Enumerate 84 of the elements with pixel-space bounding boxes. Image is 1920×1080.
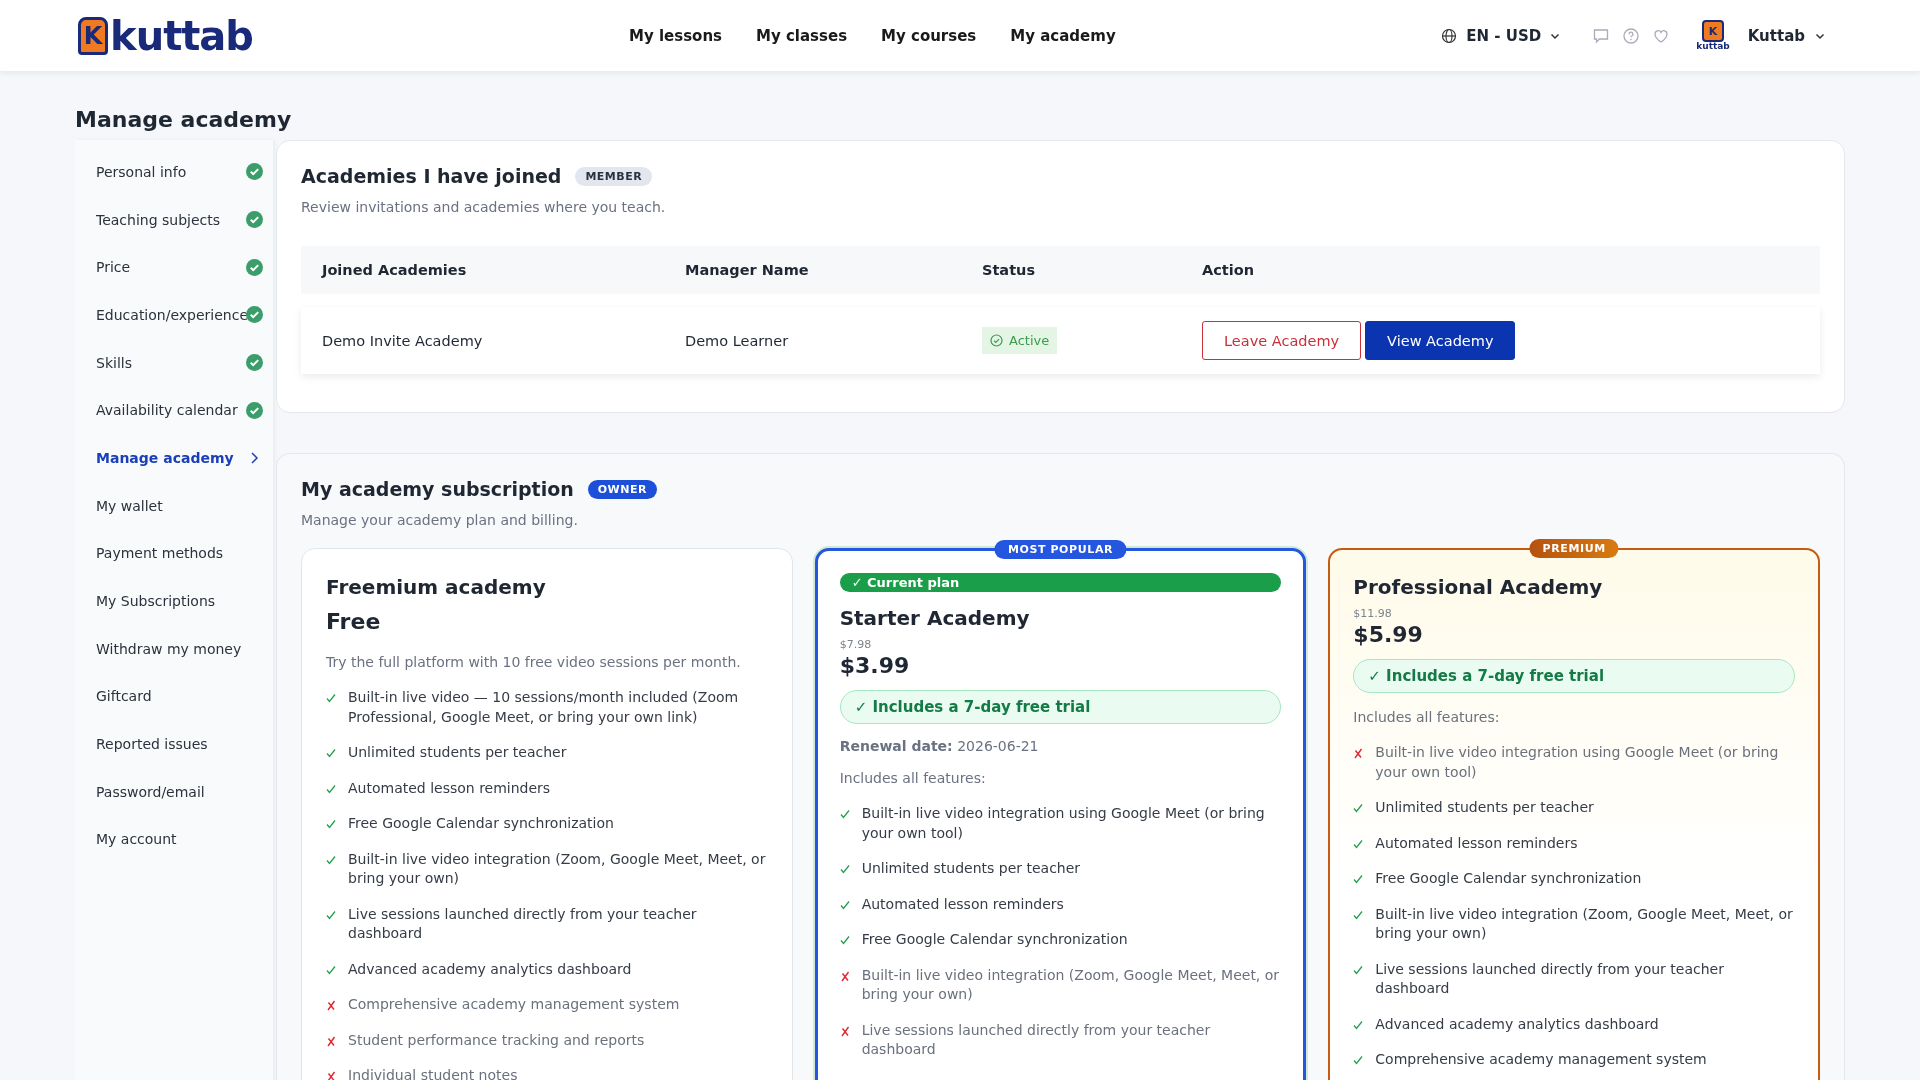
feature-text: Unlimited students per teacher [861,859,1081,878]
sidebar-item[interactable]: Availability calendar [96,386,273,435]
feature-text: Automated lesson reminders [861,894,1064,914]
plan-price: Free [326,609,381,634]
feature-text: Comprehensive academy management system [1375,1050,1707,1069]
features-intro: Includes all features: [839,770,986,786]
plan-name: Professional Academy [1353,575,1603,599]
plan-ribbon: PREMIUM [1529,539,1619,558]
chat-icon[interactable] [1592,26,1611,45]
section-subtitle: Review invitations and academies where you teach. [301,199,667,215]
feature-text: Built-in live video integration (Zoom, Google Meet, Meet, or bring your own) [348,849,767,888]
sidebar-item[interactable]: Price [96,243,273,292]
sidebar-item[interactable]: Giftcard [96,672,273,721]
locale-selector[interactable]: EN - USD [1441,26,1561,45]
column-header: Status [981,262,1037,278]
old-price: $11.98 [1353,607,1392,620]
sidebar-item[interactable]: Teaching subjects [96,195,273,244]
sidebar-item[interactable]: Manage academy [96,434,273,482]
feature-text: Built-in live video integration (Zoom, Google Meet, Meet, or bring your own) [861,965,1281,1004]
feature-text: Live sessions launched directly from your teacher dashboard [348,904,698,943]
nav-link[interactable]: My courses [881,26,977,45]
column-header: Action [1201,262,1255,278]
sidebar-item[interactable]: My wallet [96,481,273,530]
feature-text: Automated lesson reminders [1375,833,1578,853]
feature-text: Automated lesson reminders [348,778,551,798]
feature-text: Comprehensive academy management system [348,995,680,1014]
plan-price: $5.99 [1353,622,1423,647]
section-title: My academy subscription [301,478,574,500]
column-header: Joined Academies [320,262,468,278]
feature-text: Built-in live video — 10 sessions/month included (Zoom Professional, Google Meet, or bring your own link) [348,688,740,727]
feature-text: Free Google Calendar synchronization [1375,869,1642,888]
features-intro: Includes all features: [1353,709,1500,725]
action-button[interactable]: View Academy [1365,321,1516,360]
column-header: Manager Name [684,262,810,278]
feature-text: Live sessions launched directly from your teacher dashboard [861,1020,1212,1059]
feature-text: Built-in live video integration using Google Meet (or bring your own tool) [861,804,1266,843]
sidebar-item[interactable]: Password/email [96,767,273,816]
action-button[interactable]: Leave Academy [1202,321,1362,360]
current-plan-banner: ✓ Current plan [839,573,1282,592]
page-title: Manage academy [75,107,293,132]
nav-link[interactable]: My lessons [629,26,722,45]
check-circle-icon [990,334,1003,347]
renewal-date: Renewal date: 2026-06-21 [839,738,1039,754]
feature-text: Student performance tracking and reports [348,1030,645,1050]
feature-text: Unlimited students per teacher [348,743,567,762]
help-icon[interactable] [1622,26,1641,45]
feature-text: Advanced academy analytics dashboard [1375,1014,1659,1034]
status-badge: Active [982,327,1058,354]
globe-icon [1441,27,1458,44]
sidebar-item[interactable]: My Subscriptions [96,577,273,625]
feature-text: Built-in live video integration (Zoom, Google Meet, Meet, or bring your own) [1375,904,1794,943]
user-menu[interactable]: Kuttab [1747,26,1825,45]
sidebar-item[interactable]: My account [96,815,273,864]
feature-text: Individual student notes [348,1066,518,1080]
member-badge: MEMBER [575,166,653,186]
old-price: $7.98 [839,638,872,651]
section-title: Academies I have joined [301,165,562,187]
sidebar-item[interactable]: Education/experience [96,291,273,339]
feature-text: Advanced academy analytics dashboard [348,959,632,979]
plan-description: Try the full platform with 10 free video sessions per month. [326,654,741,670]
table-cell-text: Demo Invite Academy [321,332,484,349]
sidebar-item[interactable]: Skills [96,338,273,387]
chevron-right-icon [249,450,259,465]
plan-name: Starter Academy [839,606,1030,630]
owner-badge: OWNER [587,479,657,499]
feature-text: Live sessions launched directly from your teacher dashboard [1375,959,1725,998]
trial-banner: ✓ Includes a 7-day free trial [839,690,1282,724]
section-subtitle: Manage your academy plan and billing. [301,512,579,528]
sidebar-item[interactable]: Reported issues [96,720,273,768]
table-cell-text: Demo Learner [684,332,790,349]
plan-ribbon: MOST POPULAR [994,540,1127,559]
feature-text: Unlimited students per teacher [1375,798,1594,817]
trial-banner: ✓ Includes a 7-day free trial [1353,659,1795,693]
plan-name: Freemium academy [326,575,546,599]
feature-text: Free Google Calendar synchronization [861,930,1128,949]
feature-text: Built-in live video integration using Google Meet (or bring your own tool) [1375,743,1780,782]
nav-link[interactable]: My academy [1010,26,1116,45]
sidebar-item[interactable]: Withdraw my money [96,624,273,673]
sidebar-item[interactable]: Payment methods [96,529,273,578]
plan-price: $3.99 [839,653,910,678]
feature-text: Free Google Calendar synchronization [348,814,614,833]
kuttab-logo[interactable]: K kuttab [78,15,253,56]
nav-link[interactable]: My classes [756,26,848,45]
sidebar-item[interactable]: Personal info [96,148,273,196]
